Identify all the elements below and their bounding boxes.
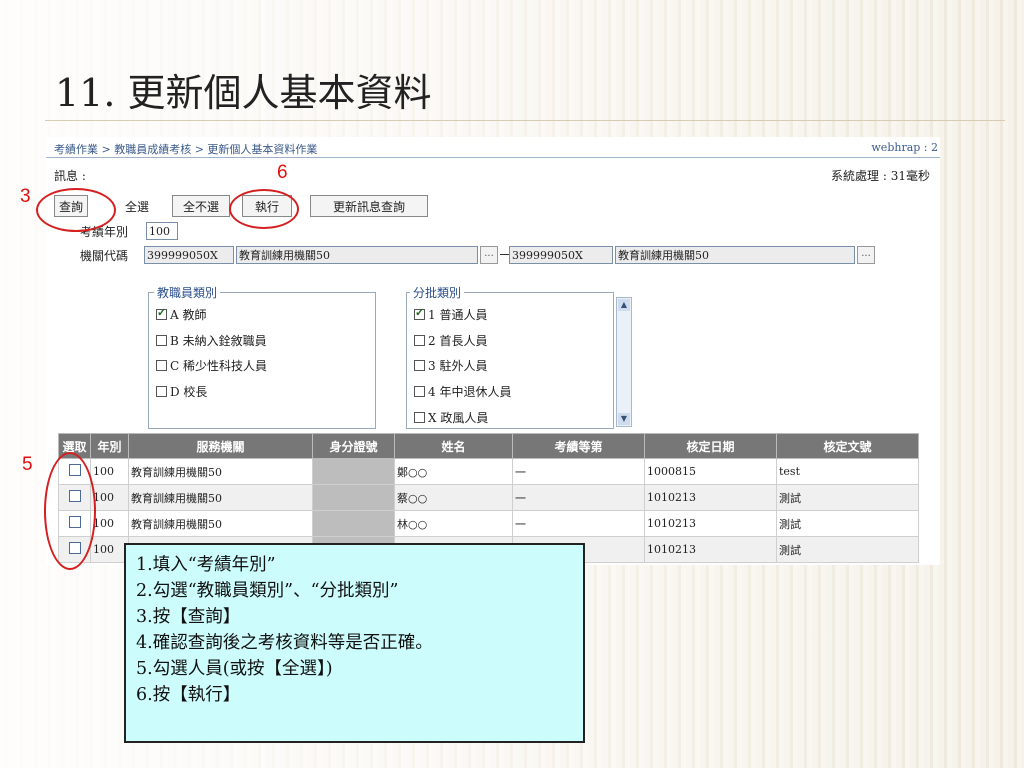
cell-org: 教育訓練用機關50 [128, 458, 313, 485]
cell-org: 教育訓練用機關50 [128, 484, 313, 511]
breadcrumb[interactable]: 考績作業 > 教職員成績考核 > 更新個人基本資料作業 [54, 141, 317, 157]
column-header: 考績等第 [512, 433, 645, 459]
org-code-from[interactable]: 399999050X [144, 246, 234, 264]
cell-date: 1010213 [644, 484, 777, 511]
cell-year: 100 [90, 510, 129, 537]
org-name-to: 教育訓練用機關50 [615, 246, 855, 264]
cell-year: 100 [90, 484, 129, 511]
cell-year: 100 [90, 458, 129, 485]
column-header: 核定日期 [644, 433, 777, 459]
message-label: 訊息 : [54, 169, 86, 183]
staff-type-option[interactable]: C 稀少性科技人員 [156, 357, 267, 374]
cell-date: 1010213 [644, 510, 777, 537]
cell-org: 教育訓練用機關50 [128, 510, 313, 537]
cell-grade: 一 [512, 484, 645, 511]
annotation-number-3: 3 [20, 186, 31, 207]
staff-type-option[interactable]: A 教師 [156, 306, 206, 323]
select-all-button[interactable]: 全選 [118, 195, 156, 217]
cell-doc: 測試 [776, 510, 919, 537]
instruction-line: 3.按【查詢】 [136, 607, 241, 627]
breadcrumb-divider [46, 157, 940, 158]
staff-type-legend: 教職員類別 [154, 284, 221, 301]
cell-date: 1000815 [644, 458, 777, 485]
slide-title: 11. 更新個人基本資料 [55, 71, 432, 115]
org-to-lookup-button[interactable]: ... [857, 246, 875, 264]
org-code-to[interactable]: 399999050X [509, 246, 613, 264]
cell-doc: 測試 [776, 484, 919, 511]
org-name-from: 教育訓練用機關50 [236, 246, 478, 264]
instruction-line: 1.填入“考績年別” [136, 555, 276, 575]
highlight-oval-checkboxes [44, 452, 96, 570]
instruction-line: 4.確認查詢後之考核資料等是否正確。 [136, 633, 433, 653]
column-header: 年別 [90, 433, 129, 459]
org-from-lookup-button[interactable]: ... [480, 246, 498, 264]
staff-type-option[interactable]: D 校長 [156, 383, 207, 400]
column-header: 核定文號 [776, 433, 919, 459]
checkbox-icon[interactable] [156, 306, 167, 320]
checkbox-icon[interactable] [156, 335, 167, 346]
batch-type-option[interactable]: 1 普通人員 [414, 306, 487, 323]
cell-grade: 一 [512, 510, 645, 537]
batch-type-option[interactable]: X 政風人員 [414, 409, 488, 426]
deselect-all-button[interactable]: 全不選 [172, 195, 230, 217]
batch-type-option[interactable]: 3 駐外人員 [414, 357, 487, 374]
table-row: 100 教育訓練用機關50 林○○ 一 1010213 測試 [58, 510, 919, 537]
table-header-row: 選取 年別 服務機關 身分證號 姓名 考績等第 核定日期 核定文號 [58, 433, 919, 459]
checkbox-icon[interactable] [414, 335, 425, 346]
system-time: 系統處理 : 31毫秒 [831, 169, 930, 183]
cell-id [312, 458, 395, 485]
cell-id [312, 510, 395, 537]
column-header: 服務機關 [128, 433, 313, 459]
cell-doc: test [776, 458, 919, 485]
cell-grade: 一 [512, 458, 645, 485]
cell-id [312, 484, 395, 511]
cell-doc: 測試 [776, 536, 919, 563]
checkbox-icon[interactable] [414, 386, 425, 397]
scroll-down-icon[interactable]: ▼ [618, 413, 630, 425]
instruction-line: 5.勾選人員(或按【全選】) [136, 659, 333, 679]
batch-type-legend: 分批類別 [410, 284, 465, 301]
highlight-oval-execute [229, 189, 299, 229]
table-row: 100 教育訓練用機關50 蔡○○ 一 1010213 測試 [58, 484, 919, 511]
cell-name: 鄭○○ [394, 458, 513, 485]
checkbox-icon[interactable] [156, 386, 167, 397]
batch-type-option[interactable]: 4 年中退休人員 [414, 383, 511, 400]
checkbox-icon[interactable] [414, 360, 425, 371]
annotation-number-6: 6 [277, 162, 288, 183]
update-query-button[interactable]: 更新訊息查詢 [310, 195, 428, 217]
table-row: 100 教育訓練用機關50 鄭○○ 一 1000815 test [58, 458, 919, 485]
app-screenshot: 考績作業 > 教職員成績考核 > 更新個人基本資料作業 webhrap : 2 … [46, 137, 940, 565]
highlight-oval-query [36, 188, 116, 232]
batch-type-scrollbar[interactable]: ▲ ▼ [616, 297, 632, 427]
org-code-label: 機關代碼 [80, 249, 129, 263]
title-divider [45, 120, 1005, 121]
checkbox-icon[interactable] [156, 360, 167, 371]
instruction-line: 2.勾選“教職員類別”、“分批類別” [136, 581, 399, 601]
year-input[interactable]: 100 [146, 222, 178, 240]
column-header: 身分證號 [312, 433, 395, 459]
cell-year: 100 [90, 536, 129, 563]
cell-name: 林○○ [394, 510, 513, 537]
instruction-line: 6.按【執行】 [136, 685, 241, 705]
cell-date: 1010213 [644, 536, 777, 563]
column-header: 姓名 [394, 433, 513, 459]
checkbox-icon[interactable] [414, 306, 425, 320]
staff-type-option[interactable]: B 未納入銓敘職員 [156, 332, 267, 349]
batch-type-option[interactable]: 2 首長人員 [414, 332, 487, 349]
instruction-note: 1.填入“考績年別” 2.勾選“教職員類別”、“分批類別” 3.按【查詢】 4.… [124, 543, 585, 743]
checkbox-icon[interactable] [414, 412, 425, 423]
corner-label: webhrap : 2 [871, 141, 938, 154]
scroll-up-icon[interactable]: ▲ [618, 299, 630, 311]
cell-name: 蔡○○ [394, 484, 513, 511]
annotation-number-5: 5 [22, 454, 33, 475]
